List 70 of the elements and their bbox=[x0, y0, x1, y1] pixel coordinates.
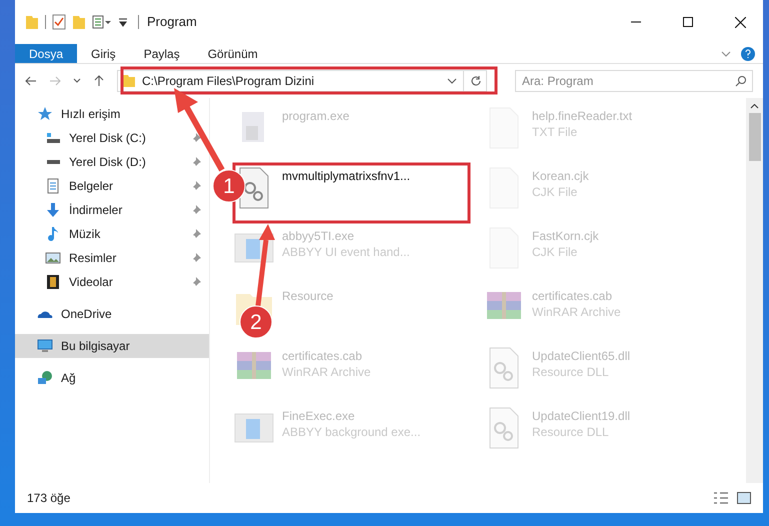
network-icon bbox=[37, 370, 53, 386]
chevron-down-icon[interactable] bbox=[73, 77, 81, 85]
chevron-down-icon[interactable] bbox=[721, 48, 731, 58]
sidebar-item[interactable]: OneDrive bbox=[15, 302, 209, 326]
file-name: help.fineReader.txt bbox=[532, 108, 632, 124]
sidebar-item[interactable]: Yerel Disk (C:) bbox=[15, 126, 209, 150]
drive-icon bbox=[47, 160, 60, 164]
item-count: 173 öğe bbox=[27, 490, 70, 507]
file-name: certificates.cab bbox=[532, 288, 614, 304]
sidebar-item[interactable]: İndirmeler bbox=[15, 198, 209, 222]
ribbon-tab[interactable]: Dosya bbox=[15, 44, 78, 63]
pin-icon[interactable] bbox=[191, 133, 201, 143]
file-name: mvmultiplymatrixsfnv1... bbox=[282, 168, 410, 184]
properties-icon[interactable] bbox=[92, 15, 112, 29]
sidebar-item[interactable]: Ağ bbox=[15, 366, 209, 390]
ribbon-tab[interactable]: Paylaş bbox=[130, 44, 194, 63]
folder-icon bbox=[122, 74, 136, 88]
star-icon bbox=[37, 106, 53, 122]
search-field[interactable]: Ara: Program bbox=[515, 70, 753, 92]
pin-icon[interactable] bbox=[191, 229, 201, 239]
scrollbar-thumb[interactable] bbox=[748, 113, 760, 161]
sidebar-item[interactable]: Belgeler bbox=[15, 174, 209, 198]
close-icon bbox=[734, 16, 746, 28]
large-icons-view-icon[interactable] bbox=[737, 492, 751, 504]
picture-icon bbox=[45, 250, 61, 266]
pin-icon[interactable] bbox=[191, 205, 201, 215]
customize-dropdown-icon[interactable] bbox=[118, 17, 128, 27]
file-name: UpdateClient19.dll bbox=[532, 408, 630, 424]
file-name: program.exe bbox=[282, 108, 350, 124]
search-icon[interactable] bbox=[735, 75, 747, 87]
sidebar-item[interactable]: Yerel Disk (D:) bbox=[15, 150, 209, 174]
minimize-icon bbox=[631, 21, 641, 23]
address-bar[interactable]: C:\Program Files\Program Dizini bbox=[117, 70, 487, 92]
up-arrow-icon[interactable] bbox=[93, 75, 105, 87]
address-path: C:\Program Files\Program Dizini bbox=[142, 73, 314, 90]
file-name: UpdateClient65.dll bbox=[532, 348, 630, 364]
file-name: Resource bbox=[282, 288, 334, 304]
file-name: abbyy5TI.exe bbox=[282, 228, 356, 244]
drive-icon bbox=[47, 133, 60, 143]
download-icon bbox=[45, 202, 61, 218]
maximize-icon bbox=[683, 17, 693, 27]
ribbon-tab[interactable]: Giriş bbox=[77, 44, 130, 63]
sidebar-item[interactable]: Resimler bbox=[15, 246, 209, 270]
help-icon[interactable] bbox=[741, 46, 755, 60]
computer-icon bbox=[37, 338, 53, 354]
window-title: Program bbox=[147, 13, 197, 32]
file-name: FineExec.exe bbox=[282, 408, 356, 424]
checklist-icon[interactable] bbox=[52, 14, 66, 30]
callout-badge: 1 bbox=[212, 170, 246, 202]
details-view-icon[interactable] bbox=[713, 492, 729, 504]
sidebar-item[interactable]: Müzik bbox=[15, 222, 209, 246]
chevron-down-icon[interactable] bbox=[447, 76, 457, 86]
sidebar-item[interactable]: Hızlı erişim bbox=[15, 102, 209, 126]
callout-badge: 2 bbox=[240, 306, 272, 338]
chevron-up-icon[interactable] bbox=[750, 104, 759, 109]
film-icon bbox=[45, 274, 61, 290]
pin-icon[interactable] bbox=[191, 157, 201, 167]
pin-icon[interactable] bbox=[191, 277, 201, 287]
pin-icon[interactable] bbox=[191, 253, 201, 263]
scrollbar[interactable] bbox=[746, 98, 763, 483]
document-icon bbox=[45, 178, 61, 194]
ribbon-tab[interactable]: Görünüm bbox=[194, 44, 272, 63]
file-name: FastKorn.cjk bbox=[532, 228, 599, 244]
sidebar-item[interactable]: Videolar bbox=[15, 270, 209, 294]
back-arrow-icon[interactable] bbox=[25, 75, 37, 87]
file-name: Korean.cjk bbox=[532, 168, 589, 184]
sidebar-item[interactable]: Bu bilgisayar bbox=[15, 334, 209, 358]
refresh-icon[interactable] bbox=[470, 75, 482, 87]
file-name: certificates.cab bbox=[282, 348, 364, 364]
pin-icon[interactable] bbox=[191, 181, 201, 191]
